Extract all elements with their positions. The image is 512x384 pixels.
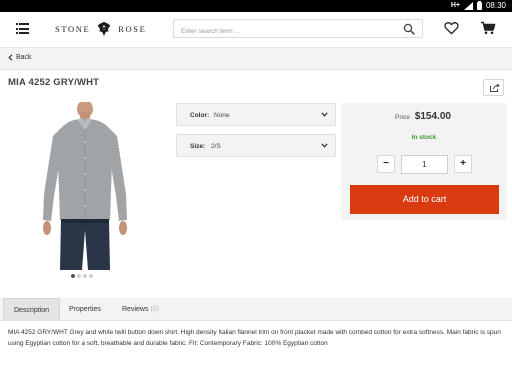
signal-icon <box>463 1 473 10</box>
product-description: MIA 4252 GRY/WHT Grey and white twill bu… <box>8 329 501 347</box>
logo-text-right: ROSE <box>118 24 147 34</box>
pager-dot[interactable] <box>89 274 93 278</box>
tab-reviews[interactable]: Reviews (0) <box>122 298 159 321</box>
battery-icon <box>476 0 482 10</box>
status-bar: H+ 08:30 <box>0 0 512 12</box>
store-logo[interactable]: STONE ROSE <box>55 18 146 40</box>
chevron-left-icon <box>8 54 13 61</box>
chevron-down-icon <box>321 112 328 117</box>
chevron-down-icon <box>321 143 328 148</box>
size-label: Size: <box>190 143 206 150</box>
size-value: 2/S <box>211 143 221 150</box>
share-icon <box>490 83 500 92</box>
tab-description[interactable]: Description <box>3 298 61 321</box>
product-image[interactable] <box>30 102 140 270</box>
pager-dot[interactable] <box>77 274 81 278</box>
add-to-cart-button[interactable]: Add to cart <box>350 185 499 214</box>
quantity-increase-button[interactable]: + <box>454 155 472 173</box>
product-tabs: Description Properties Reviews (0) <box>0 298 512 321</box>
rose-logo-icon <box>97 21 111 37</box>
color-value: None <box>214 112 230 119</box>
price-value: $154.00 <box>414 111 451 122</box>
tab-reviews-label: Reviews <box>122 306 149 313</box>
color-label: Color: <box>190 112 210 119</box>
back-label: Back <box>16 54 32 61</box>
clock: 08:30 <box>485 1 506 10</box>
quantity-input[interactable] <box>401 155 448 174</box>
color-select[interactable]: Color: None <box>176 103 336 126</box>
search-icon[interactable] <box>403 23 415 35</box>
purchase-panel: Price $154.00 In stock − + Add to cart <box>341 103 507 220</box>
search-input[interactable] <box>174 23 394 40</box>
wishlist-heart-icon[interactable] <box>444 21 459 35</box>
menu-icon[interactable] <box>16 23 29 34</box>
app-header: STONE ROSE <box>0 12 512 48</box>
back-button[interactable]: Back <box>8 54 32 61</box>
size-select[interactable]: Size: 2/S <box>176 134 336 157</box>
network-type: H+ <box>450 2 460 9</box>
cart-icon[interactable] <box>480 21 496 35</box>
stock-status: In stock <box>411 134 437 141</box>
status-icons: H+ 08:30 <box>450 0 506 10</box>
logo-text-left: STONE <box>55 24 91 34</box>
share-button[interactable] <box>483 79 504 96</box>
search-box <box>173 19 423 40</box>
pager-dot[interactable] <box>71 274 75 278</box>
quantity-decrease-button[interactable]: − <box>377 155 395 173</box>
price-label: Price <box>395 114 410 121</box>
product-title: MIA 4252 GRY/WHT <box>8 77 100 88</box>
pager-dot[interactable] <box>83 274 87 278</box>
tab-properties[interactable]: Properties <box>69 298 101 321</box>
back-bar: Back <box>0 48 512 70</box>
price: Price $154.00 <box>395 111 451 122</box>
reviews-count: (0) <box>150 306 160 313</box>
image-pager <box>71 274 93 278</box>
